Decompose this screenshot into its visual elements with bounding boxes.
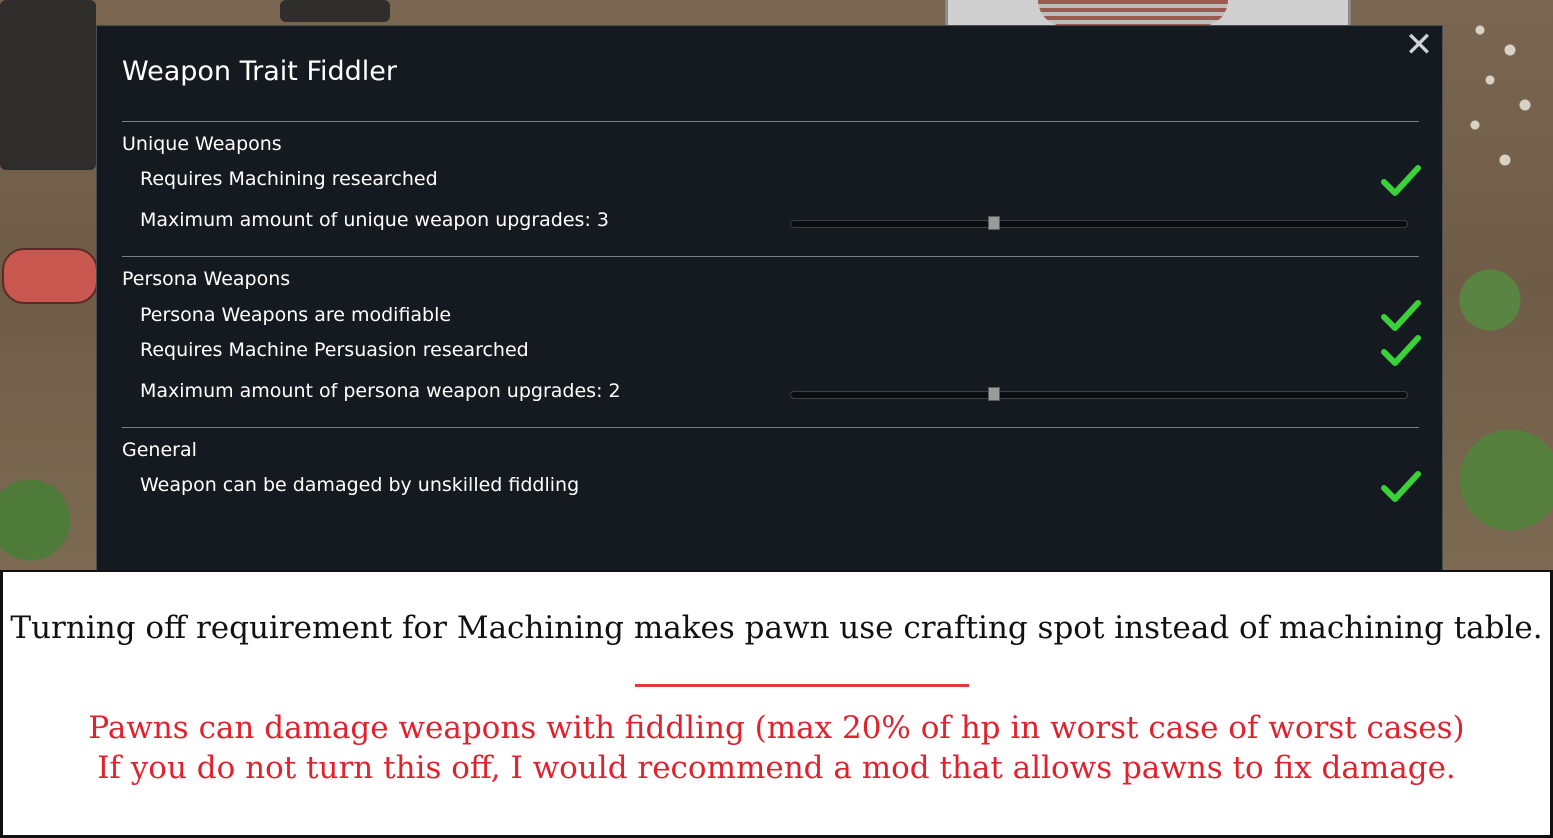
persona-upgrades-slider[interactable] — [790, 387, 1408, 401]
unique-upgrades-slider[interactable] — [790, 216, 1408, 230]
checkmark-icon — [1381, 471, 1421, 502]
option-unique-upgrades-label: Maximum amount of unique weapon upgrades… — [140, 209, 609, 231]
requires-machining-checkbox[interactable] — [1381, 165, 1421, 197]
requires-machine-persuasion-checkbox[interactable] — [1381, 335, 1421, 367]
divider — [122, 121, 1419, 122]
checkmark-icon — [1381, 335, 1421, 366]
pebbles — [1460, 10, 1550, 190]
dialog-title: Weapon Trait Fiddler — [122, 56, 398, 87]
slider-thumb[interactable] — [988, 216, 1001, 230]
caption-panel: Turning off requirement for Machining ma… — [0, 570, 1553, 838]
caption-note: Turning off requirement for Machining ma… — [10, 610, 1543, 646]
rock-wall — [280, 0, 390, 22]
caption-divider — [635, 684, 969, 687]
divider — [122, 256, 1419, 257]
checkmark-icon — [1381, 300, 1421, 331]
option-requires-machine-persuasion-label: Requires Machine Persuasion researched — [140, 339, 529, 361]
settings-dialog: ✕ Weapon Trait Fiddler Unique Weapons Re… — [96, 25, 1443, 585]
slider-thumb[interactable] — [988, 387, 1001, 401]
checkmark-icon — [1381, 165, 1421, 196]
divider — [122, 427, 1419, 428]
persona-modifiable-checkbox[interactable] — [1381, 300, 1421, 332]
rock-wall — [0, 0, 96, 170]
damage-by-fiddling-checkbox[interactable] — [1381, 471, 1421, 503]
section-heading-general: General — [122, 439, 197, 461]
caption-warning-line-1: Pawns can damage weapons with fiddling (… — [88, 710, 1465, 746]
option-requires-machining-label: Requires Machining researched — [140, 168, 438, 190]
close-icon[interactable]: ✕ — [1402, 28, 1436, 62]
section-heading-persona-weapons: Persona Weapons — [122, 268, 291, 290]
option-persona-upgrades-label: Maximum amount of persona weapon upgrade… — [140, 380, 621, 402]
vault-door — [945, 0, 1351, 26]
pawn-sprite — [2, 248, 98, 304]
option-persona-modifiable-label: Persona Weapons are modifiable — [140, 304, 452, 326]
section-heading-unique-weapons: Unique Weapons — [122, 133, 282, 155]
option-damage-by-fiddling-label: Weapon can be damaged by unskilled fiddl… — [140, 474, 580, 496]
caption-warning-line-2: If you do not turn this off, I would rec… — [97, 750, 1456, 786]
